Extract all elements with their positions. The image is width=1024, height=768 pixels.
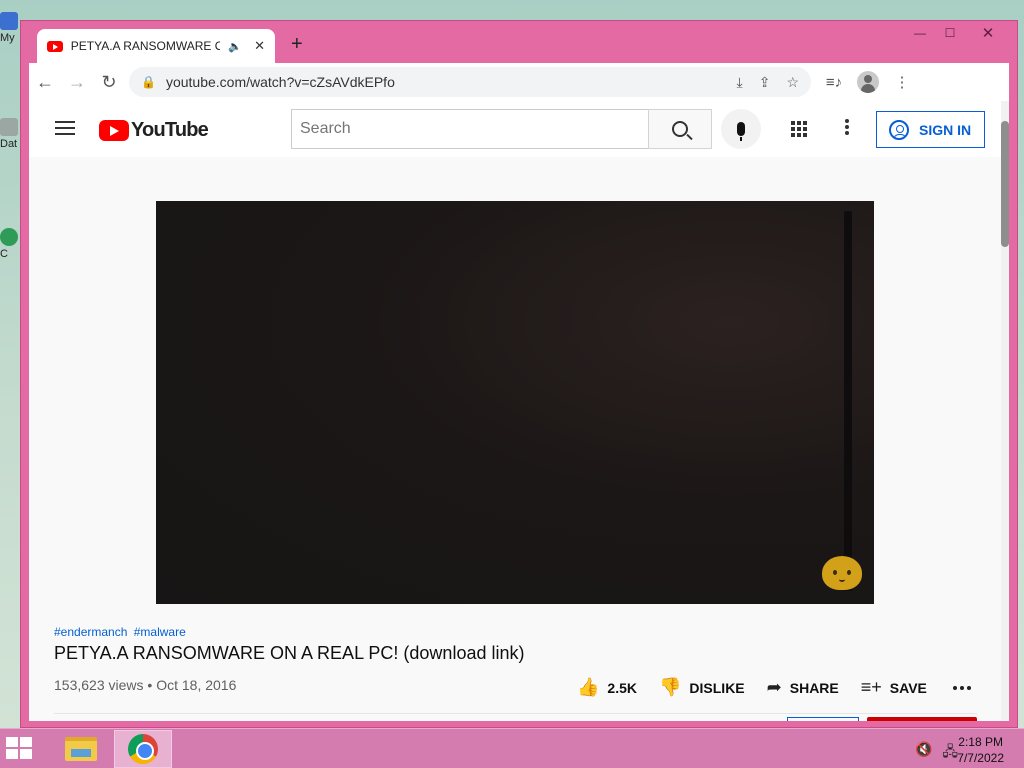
youtube-logo-text: YouTube [131, 119, 209, 141]
system-clock[interactable]: 2:18 PM 7/7/2022 [957, 734, 1004, 766]
lock-icon[interactable]: 🔒 [141, 75, 156, 89]
hamburger-menu-icon[interactable] [55, 121, 75, 135]
profile-button[interactable] [851, 66, 885, 98]
share-button[interactable]: ➦ SHARE [767, 677, 839, 698]
chrome-taskbar-button[interactable] [114, 730, 172, 768]
apps-grid-icon[interactable] [791, 121, 807, 137]
youtube-favicon-icon [47, 40, 63, 52]
youtube-play-icon [99, 120, 129, 141]
video-meta: 153,623 views • Oct 18, 2016 [54, 677, 236, 693]
desktop-icon-app[interactable]: C [0, 228, 22, 260]
address-bar[interactable]: 🔒 youtube.com/watch?v=cZsAVdkEPfo ⤓ ⇪ ☆ [129, 67, 811, 97]
account-icon [889, 119, 909, 140]
chrome-icon [128, 734, 158, 764]
save-label: SAVE [889, 679, 927, 696]
more-actions-icon[interactable] [952, 685, 971, 690]
sign-in-label: SIGN IN [919, 121, 972, 138]
file-explorer-taskbar-button[interactable] [52, 730, 110, 768]
browser-window: — ☐ ✕ PETYA.A RANSOMWARE ON A REAL PC! (… [20, 20, 1018, 728]
upload-date: Oct 18, 2016 [156, 677, 237, 693]
page-scrollbar[interactable] [1001, 101, 1009, 721]
hashtag-link[interactable]: #endermanch [54, 625, 127, 639]
install-icon[interactable]: ⤓ [737, 74, 743, 91]
thumbs-down-icon: 👎 [659, 677, 682, 697]
hashtags: #endermanch #malware [54, 625, 189, 639]
windows-start-icon[interactable] [6, 737, 40, 763]
desktop-icon-my-computer[interactable]: My [0, 12, 22, 44]
volume-muted-icon[interactable]: 🔇 [915, 741, 932, 765]
desktop-icon-label: My [0, 32, 15, 44]
desktop-icon-label: Dat [0, 138, 18, 150]
new-tab-button[interactable]: + [291, 33, 303, 56]
video-actions: 👍 2.5K 👎 DISLIKE ➦ SHARE ≡+ SAVE [577, 677, 971, 698]
share-arrow-icon: ➦ [766, 677, 782, 697]
voice-search-button[interactable] [721, 109, 761, 149]
dislike-label: DISLIKE [689, 679, 745, 696]
video-title: PETYA.A RANSOMWARE ON A REAL PC! (downlo… [54, 643, 525, 663]
search-icon [672, 121, 688, 137]
playlist-add-icon: ≡+ [860, 677, 882, 697]
computer-icon [0, 12, 18, 30]
share-icon[interactable]: ⇪ [759, 74, 771, 91]
like-count: 2.5K [607, 679, 637, 696]
browser-tab-active[interactable]: PETYA.A RANSOMWARE ON A REAL PC! (downlo… [37, 29, 275, 63]
desktop-icon-data[interactable]: Dat [0, 118, 22, 150]
taskbar: 🔇 🖧 2:18 PM 7/7/2022 [0, 728, 1024, 768]
youtube-header: YouTube SIGN IN [29, 101, 1001, 157]
speaker-icon[interactable]: 🔈 [228, 40, 242, 53]
url-text[interactable]: youtube.com/watch?v=cZsAVdkEPfo [166, 74, 721, 90]
view-count: 153,623 views [54, 677, 144, 693]
share-label: SHARE [789, 679, 839, 696]
like-button[interactable]: 👍 2.5K [577, 677, 637, 698]
media-control-icon[interactable]: ≡♪ [817, 66, 851, 98]
search-button[interactable] [648, 109, 712, 149]
sign-in-button[interactable]: SIGN IN [876, 111, 985, 148]
hashtag-link[interactable]: #malware [134, 625, 186, 639]
browser-menu-icon[interactable]: ⋮ [885, 66, 919, 98]
clock-time: 2:18 PM [958, 735, 1003, 749]
save-button[interactable]: ≡+ SAVE [861, 677, 927, 698]
scrollbar-thumb[interactable] [1001, 121, 1009, 247]
file-explorer-icon [65, 737, 97, 761]
reload-button[interactable]: ↻ [93, 66, 125, 98]
meta-separator: • [147, 677, 153, 693]
back-button[interactable]: ← [29, 66, 61, 98]
search-input[interactable] [292, 110, 648, 148]
forward-button[interactable]: → [61, 66, 93, 98]
tab-close-button[interactable]: ✕ [254, 38, 265, 54]
join-button[interactable] [787, 717, 859, 721]
folder-icon [0, 118, 18, 136]
system-tray: 🔇 🖧 [915, 741, 958, 765]
browser-toolbar: ← → ↻ 🔒 youtube.com/watch?v=cZsAVdkEPfo … [29, 63, 1009, 101]
search-box [291, 109, 649, 149]
tab-strip: PETYA.A RANSOMWARE ON A REAL PC! (downlo… [29, 21, 989, 63]
tab-title: PETYA.A RANSOMWARE ON A REAL PC! (downlo… [70, 39, 221, 53]
bookmark-star-icon[interactable]: ☆ [786, 74, 799, 91]
video-frame-edge [844, 211, 852, 591]
dislike-button[interactable]: 👎 DISLIKE [659, 677, 745, 698]
profile-icon [857, 71, 879, 93]
youtube-page: YouTube SIGN IN [29, 101, 1009, 721]
toolbar-right: ≡♪ ⋮ [817, 66, 919, 98]
channel-watermark-icon [822, 556, 862, 590]
app-icon [0, 228, 18, 246]
clock-date: 7/7/2022 [957, 751, 1004, 765]
desktop-icon-label: C [0, 248, 8, 260]
subscribe-button[interactable] [867, 717, 977, 721]
divider [54, 713, 977, 714]
thumbs-up-icon: 👍 [577, 677, 600, 697]
youtube-logo[interactable]: YouTube [99, 119, 209, 142]
video-player[interactable] [156, 201, 874, 604]
microphone-icon [737, 122, 745, 141]
network-icon[interactable]: 🖧 [942, 741, 958, 765]
settings-more-icon[interactable] [845, 119, 849, 137]
